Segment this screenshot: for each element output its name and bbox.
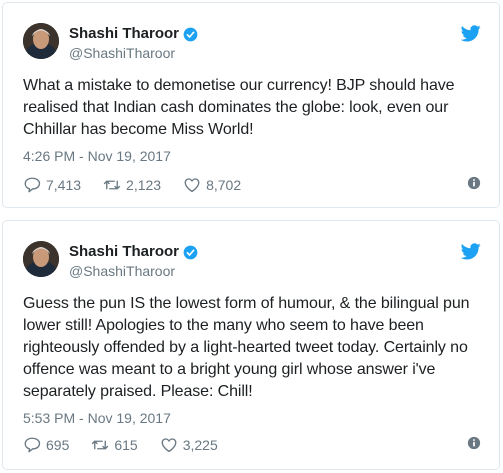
avatar[interactable] bbox=[23, 23, 59, 59]
twitter-bird-icon[interactable] bbox=[461, 25, 481, 42]
tweet-header: Shashi Tharoor @ShashiTharoor bbox=[23, 241, 481, 281]
like-button[interactable]: 3,225 bbox=[160, 436, 218, 454]
twitter-bird-icon[interactable] bbox=[461, 243, 481, 260]
display-name[interactable]: Shashi Tharoor bbox=[69, 25, 179, 43]
tweet-actions: 695 615 3,225 bbox=[23, 435, 481, 455]
tweet-card[interactable]: Shashi Tharoor @ShashiTharoor Guess the … bbox=[2, 220, 500, 470]
like-button[interactable]: 8,702 bbox=[183, 176, 241, 194]
info-icon[interactable] bbox=[467, 176, 481, 190]
author-names: Shashi Tharoor @ShashiTharoor bbox=[69, 243, 198, 280]
info-icon[interactable] bbox=[467, 436, 481, 450]
retweet-button[interactable]: 2,123 bbox=[103, 176, 161, 194]
avatar[interactable] bbox=[23, 241, 59, 277]
tweet-header: Shashi Tharoor @ShashiTharoor bbox=[23, 23, 481, 63]
timestamp[interactable]: 5:53 PM - Nov 19, 2017 bbox=[23, 409, 171, 427]
tweet-text: What a mistake to demonetise our currenc… bbox=[23, 77, 455, 138]
heart-icon bbox=[183, 176, 201, 194]
handle[interactable]: @ShashiTharoor bbox=[69, 44, 198, 62]
verified-icon bbox=[183, 245, 198, 260]
tweet-text: Guess the pun IS the lowest form of humo… bbox=[23, 295, 470, 400]
author-names: Shashi Tharoor @ShashiTharoor bbox=[69, 25, 198, 62]
display-name[interactable]: Shashi Tharoor bbox=[69, 243, 179, 261]
tweet-card[interactable]: Shashi Tharoor @ShashiTharoor What a mis… bbox=[2, 2, 500, 208]
retweet-button[interactable]: 615 bbox=[91, 436, 138, 454]
like-count: 8,702 bbox=[206, 177, 242, 193]
verified-icon bbox=[183, 27, 198, 42]
reply-icon bbox=[23, 176, 41, 194]
like-count: 3,225 bbox=[182, 437, 218, 453]
reply-button[interactable]: 695 bbox=[23, 436, 69, 454]
retweet-icon bbox=[91, 436, 109, 454]
handle[interactable]: @ShashiTharoor bbox=[69, 262, 198, 280]
reply-button[interactable]: 7,413 bbox=[23, 176, 81, 194]
retweet-count: 2,123 bbox=[126, 177, 162, 193]
reply-count: 7,413 bbox=[46, 177, 82, 193]
reply-icon bbox=[23, 436, 41, 454]
tweet-actions: 7,413 2,123 8,702 bbox=[23, 175, 481, 195]
timestamp[interactable]: 4:26 PM - Nov 19, 2017 bbox=[23, 147, 171, 165]
heart-icon bbox=[160, 436, 178, 454]
reply-count: 695 bbox=[46, 437, 70, 453]
retweet-icon bbox=[103, 176, 121, 194]
retweet-count: 615 bbox=[114, 437, 138, 453]
